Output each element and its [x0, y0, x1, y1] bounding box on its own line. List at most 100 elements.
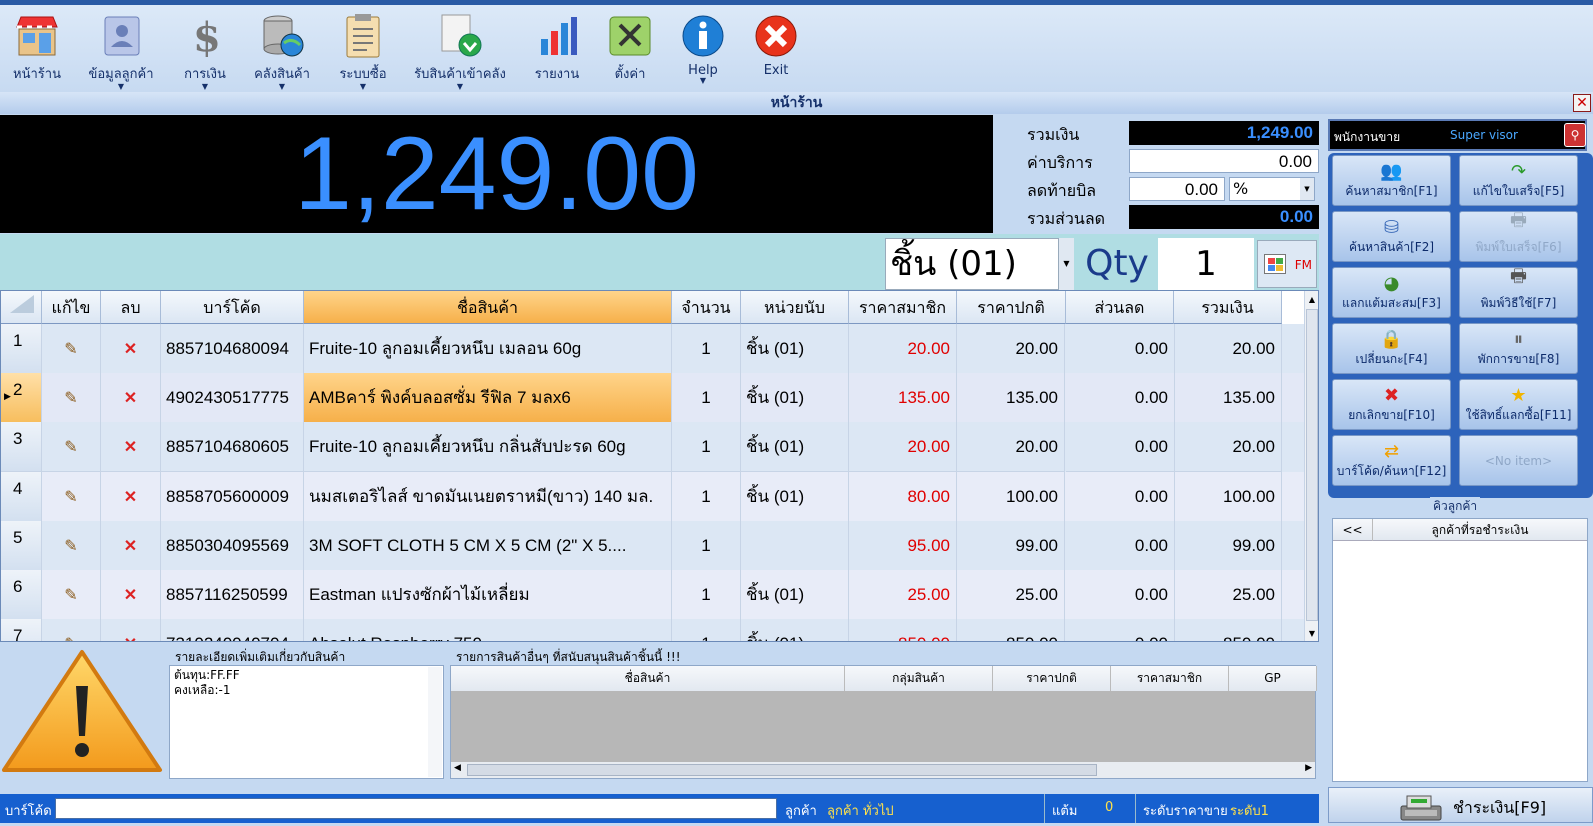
scroll-right-icon[interactable]: ▶ — [1305, 763, 1312, 773]
service-input[interactable]: 0.00 — [1129, 149, 1319, 173]
scrollbar-thumb[interactable] — [1306, 309, 1318, 621]
delete-x-icon[interactable]: ✕ — [124, 439, 137, 456]
delete-x-icon[interactable]: ✕ — [124, 587, 137, 604]
related-header-gp[interactable]: GP — [1229, 666, 1317, 691]
total-discount-label: รวมส่วนลด — [1027, 209, 1106, 228]
edit-cell[interactable]: ✎ — [42, 619, 101, 641]
delete-cell[interactable]: ✕ — [101, 373, 161, 424]
grid-header-total[interactable]: รวมเงิน — [1174, 291, 1282, 324]
grid-header-member_price[interactable]: ราคาสมาชิก — [849, 291, 957, 324]
discount-input[interactable]: 0.00 — [1129, 177, 1225, 201]
detail-scrollbar[interactable] — [428, 667, 442, 777]
chevron-down-icon[interactable]: ▼ — [1300, 178, 1314, 200]
delete-cell[interactable]: ✕ — [101, 422, 161, 473]
delete-cell[interactable]: ✕ — [101, 520, 161, 571]
delete-x-icon[interactable]: ✕ — [124, 390, 137, 407]
toolbar-receive-goods-button[interactable]: รับสินค้าเข้าคลัง ▼ — [410, 11, 510, 91]
edit-cell[interactable]: ✎ — [42, 471, 101, 522]
qty-input[interactable]: 1 — [1158, 238, 1254, 290]
chevron-down-icon[interactable]: ▼ — [1058, 238, 1074, 290]
fm-button[interactable]: FM — [1257, 240, 1317, 288]
scroll-down-icon[interactable]: ▼ — [1306, 629, 1318, 639]
row-number[interactable]: ▶ 2 — [1, 373, 42, 424]
grid-header-qty[interactable]: จำนวน — [672, 291, 741, 324]
function-button-7[interactable]: 🔒 เปลี่ยนกะ[F4] — [1332, 323, 1451, 374]
scroll-up-icon[interactable]: ▲ — [1306, 295, 1318, 305]
edit-cell[interactable]: ✎ — [42, 570, 101, 620]
function-button-5[interactable]: ◕ แลกแต้มสะสม[F3] — [1332, 267, 1451, 318]
table-row[interactable]: 1 ✎ ✕ 8857104680094 Fruite-10 ลูกอมเคี้ยวหนึ… — [1, 324, 1304, 374]
row-number[interactable]: 7 — [1, 619, 42, 641]
close-window-button[interactable]: ✕ — [1573, 94, 1591, 112]
table-row[interactable]: 4 ✎ ✕ 8858705600009 นมสเตอริไลส์ ขาดมันเนยตร… — [1, 471, 1304, 522]
pencil-icon[interactable]: ✎ — [64, 390, 77, 407]
queue-back-button[interactable]: << — [1333, 519, 1373, 541]
chevron-down-icon[interactable]: ▼ — [313, 83, 413, 91]
scrollbar-thumb[interactable] — [467, 764, 1097, 776]
edit-cell[interactable]: ✎ — [42, 373, 101, 424]
related-header-product-name[interactable]: ชื่อสินค้า — [451, 666, 845, 691]
function-button-11[interactable]: ⇄ บาร์โค้ด/ค้นหา[F12] — [1332, 435, 1451, 486]
pencil-icon[interactable]: ✎ — [64, 587, 77, 604]
edit-cell[interactable]: ✎ — [42, 520, 101, 571]
row-number[interactable]: 4 — [1, 471, 42, 522]
toolbar-clipboard-button[interactable]: ระบบซื้อ ▼ — [313, 11, 413, 91]
pay-button[interactable]: ชำระเงิน[F9] — [1328, 787, 1593, 823]
chevron-down-icon[interactable]: ▼ — [410, 83, 510, 91]
table-row[interactable]: 3 ✎ ✕ 8857104680605 Fruite-10 ลูกอมเคี้ยวหนึ… — [1, 422, 1304, 473]
delete-x-icon[interactable]: ✕ — [124, 538, 137, 555]
related-header-regular-price[interactable]: ราคาปกติ — [993, 666, 1111, 691]
grid-header-name[interactable]: ชื่อสินค้า — [304, 291, 672, 324]
pencil-icon[interactable]: ✎ — [64, 538, 77, 555]
grid-header-unit[interactable]: หน่วยนับ — [741, 291, 849, 324]
scroll-left-icon[interactable]: ◀ — [454, 763, 461, 773]
function-button-2[interactable]: ↷ แก้ไขใบเสร็จ[F5] — [1459, 155, 1578, 206]
chevron-down-icon[interactable]: ▼ — [653, 77, 753, 85]
edit-cell[interactable]: ✎ — [42, 324, 101, 374]
function-button-8[interactable]: ⏸ พักการขาย[F8] — [1459, 323, 1578, 374]
related-horizontal-scrollbar[interactable]: ◀ ▶ — [451, 762, 1315, 778]
delete-cell[interactable]: ✕ — [101, 324, 161, 374]
edit-cell[interactable]: ✎ — [42, 422, 101, 473]
table-row[interactable]: 6 ✎ ✕ 8857116250599 Eastman แปรงซักผ้าไม้เหล… — [1, 570, 1304, 620]
delete-cell[interactable]: ✕ — [101, 471, 161, 522]
row-number[interactable]: 3 — [1, 422, 42, 473]
search-icon[interactable]: ⚲ — [1564, 123, 1586, 147]
unit-select[interactable]: ชิ้น (01) — [885, 238, 1074, 290]
pencil-icon[interactable]: ✎ — [64, 636, 77, 641]
delete-x-icon[interactable]: ✕ — [124, 341, 137, 358]
function-button-1[interactable]: 👥 ค้นหาสมาชิก[F1] — [1332, 155, 1451, 206]
function-button-9[interactable]: ✖ ยกเลิกขาย[F10] — [1332, 379, 1451, 430]
pencil-icon[interactable]: ✎ — [64, 341, 77, 358]
toolbar-exit-button[interactable]: Exit — [726, 11, 826, 78]
detail-textbox[interactable]: ต้นทุน:FF.FF คงเหลือ:-1 — [169, 665, 444, 779]
function-button-label: พิมพ์วิธีใช้[F7] — [1480, 296, 1557, 310]
function-button-6[interactable]: 🖶 พิมพ์วิธีใช้[F7] — [1459, 266, 1578, 318]
pencil-icon[interactable]: ✎ — [64, 489, 77, 506]
pencil-icon[interactable]: ✎ — [64, 439, 77, 456]
related-header-member-price[interactable]: ราคาสมาชิก — [1111, 666, 1229, 691]
delete-cell[interactable]: ✕ — [101, 619, 161, 641]
cell-name: Fruite-10 ลูกอมเคี้ยวหนึบ เมลอน 60g — [304, 324, 672, 374]
grid-header-edit[interactable]: แก้ไข — [42, 291, 101, 324]
detail-stock: คงเหลือ:-1 — [174, 683, 231, 697]
barcode-input[interactable] — [55, 798, 777, 819]
grid-header-barcode[interactable]: บาร์โค้ด — [161, 291, 304, 324]
table-row[interactable]: ▶ 2 ✎ ✕ 4902430517775 AMBคาร์ พิงค์บลอสซั่ม ร… — [1, 373, 1304, 424]
related-header-product-group[interactable]: กลุ่มสินค้า — [845, 666, 993, 691]
grid-header-price[interactable]: ราคาปกติ — [957, 291, 1066, 324]
discount-unit-select[interactable]: % ▼ — [1229, 177, 1315, 201]
grid-header-delete[interactable]: ลบ — [101, 291, 161, 324]
row-number[interactable]: 1 — [1, 324, 42, 374]
delete-cell[interactable]: ✕ — [101, 570, 161, 620]
row-number[interactable]: 5 — [1, 520, 42, 571]
row-number[interactable]: 6 — [1, 570, 42, 620]
delete-x-icon[interactable]: ✕ — [124, 489, 137, 506]
function-button-3[interactable]: ⛁ ค้นหาสินค้า[F2] — [1332, 211, 1451, 262]
function-button-10[interactable]: ★ ใช้สิทธิ์แลกซื้อ[F11] — [1459, 379, 1578, 430]
grid-vertical-scrollbar[interactable]: ▲ ▼ — [1304, 291, 1318, 641]
table-row[interactable]: 7 ✎ ✕ 7310240040704Absolut Raspberry 7501ชิ… — [1, 619, 1304, 641]
table-row[interactable]: 5 ✎ ✕ 8850304095569 3M SOFT CLOTH 5 CM X 5 C… — [1, 520, 1304, 571]
grid-header-discount[interactable]: ส่วนลด — [1066, 291, 1174, 324]
delete-x-icon[interactable]: ✕ — [124, 636, 137, 641]
